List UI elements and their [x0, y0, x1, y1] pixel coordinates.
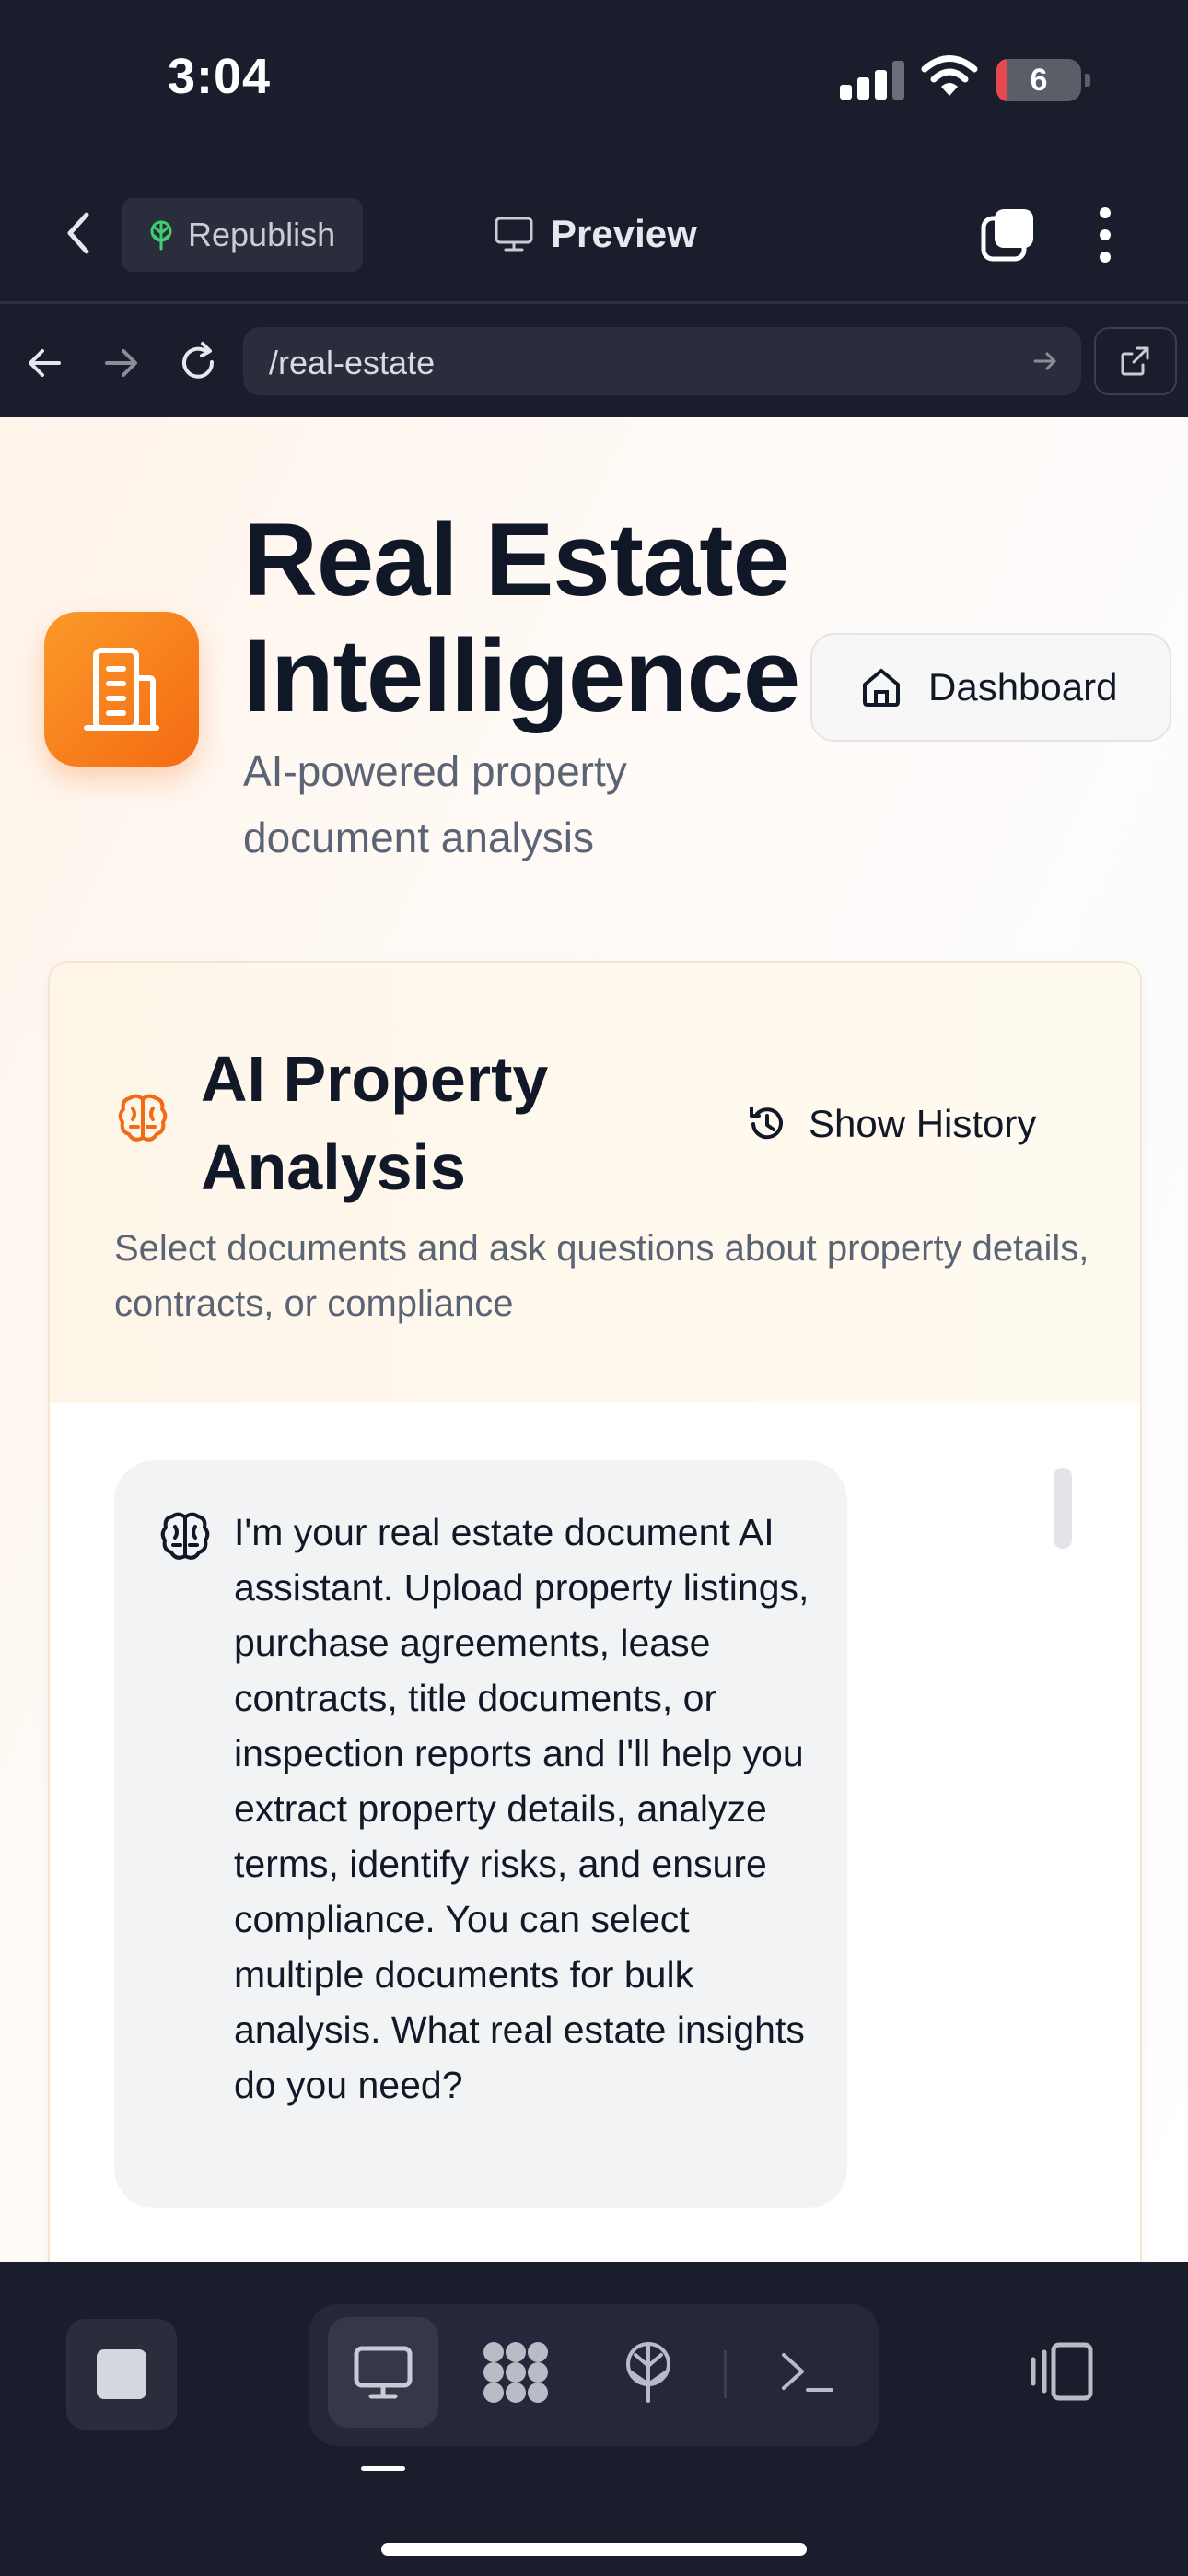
dashboard-button[interactable]: Dashboard — [810, 633, 1171, 742]
tabs-icon[interactable] — [980, 205, 1037, 263]
dashboard-label: Dashboard — [928, 665, 1118, 708]
app-toolbar: Republish Preview — [0, 161, 1188, 304]
dock-divider — [724, 2350, 727, 2398]
dock-item-preview[interactable] — [328, 2317, 438, 2428]
dock-item-deploy[interactable] — [593, 2317, 704, 2428]
reload-icon[interactable] — [175, 340, 221, 386]
view-switcher — [309, 2304, 879, 2446]
wifi-icon — [921, 55, 978, 96]
arrow-left-icon[interactable] — [22, 340, 68, 386]
battery-icon: 6 — [996, 59, 1090, 101]
chevron-left-icon[interactable] — [55, 205, 101, 261]
browser-bar: /real-estate — [0, 307, 1188, 417]
grid-blob-icon — [483, 2342, 548, 2403]
app-logo — [44, 612, 199, 767]
stop-icon — [97, 2349, 146, 2399]
open-external-button[interactable] — [1094, 327, 1177, 395]
go-arrow-icon[interactable] — [1031, 347, 1059, 375]
battery-level: 6 — [1030, 63, 1048, 98]
republish-button[interactable]: Republish — [122, 198, 363, 272]
dock-item-shell[interactable] — [751, 2317, 862, 2428]
home-indicator — [381, 2543, 807, 2556]
building-icon — [84, 648, 159, 731]
card-description: Select documents and ask questions about… — [114, 1228, 1089, 1324]
card-title: AI Property Analysis — [201, 1043, 549, 1203]
page-title: Real Estate Intelligence — [243, 502, 800, 733]
globe-tree-icon — [626, 2342, 670, 2403]
preview-label: Preview — [551, 212, 697, 255]
terminal-icon — [782, 2353, 833, 2392]
webpage-viewport: Real Estate Intelligence AI-powered prop… — [0, 417, 1188, 2262]
analysis-card: AI Property Analysis Show History Select… — [48, 961, 1142, 2262]
globe-tree-icon — [150, 220, 172, 251]
status-time: 3:04 — [168, 49, 272, 104]
dock-item-apps[interactable] — [460, 2317, 571, 2428]
arrow-right-icon[interactable] — [98, 340, 144, 386]
external-link-icon — [1121, 346, 1149, 376]
url-input[interactable]: /real-estate — [243, 327, 1081, 395]
show-history-button[interactable]: Show History — [728, 1073, 1054, 1175]
monitor-icon — [495, 217, 533, 252]
assistant-message-bubble: I'm your real estate document AI assista… — [114, 1460, 847, 2208]
card-header: AI Property Analysis Show History Select… — [50, 963, 1140, 1403]
panel-toggle-icon[interactable] — [1026, 2336, 1100, 2409]
bottom-dock — [0, 2262, 1188, 2576]
stop-button[interactable] — [66, 2319, 177, 2430]
page-subtitle: AI-powered property document analysis — [243, 747, 627, 861]
monitor-icon — [354, 2346, 413, 2399]
brain-icon — [118, 1094, 168, 1142]
home-icon — [863, 669, 900, 707]
status-bar: 3:04 6 — [0, 0, 1188, 161]
assistant-message-text: I'm your real estate document AI assista… — [234, 1511, 809, 2106]
cellular-signal-icon — [840, 61, 904, 100]
show-history-label: Show History — [809, 1102, 1037, 1145]
url-text: /real-estate — [269, 344, 436, 381]
history-icon — [750, 1107, 783, 1140]
active-indicator — [361, 2466, 405, 2471]
preview-toggle[interactable]: Preview — [494, 202, 697, 266]
republish-label: Republish — [188, 216, 336, 253]
brain-icon — [160, 1512, 210, 1560]
chat-scrollbar[interactable] — [1054, 1468, 1072, 1549]
kebab-icon[interactable] — [1090, 207, 1120, 263]
